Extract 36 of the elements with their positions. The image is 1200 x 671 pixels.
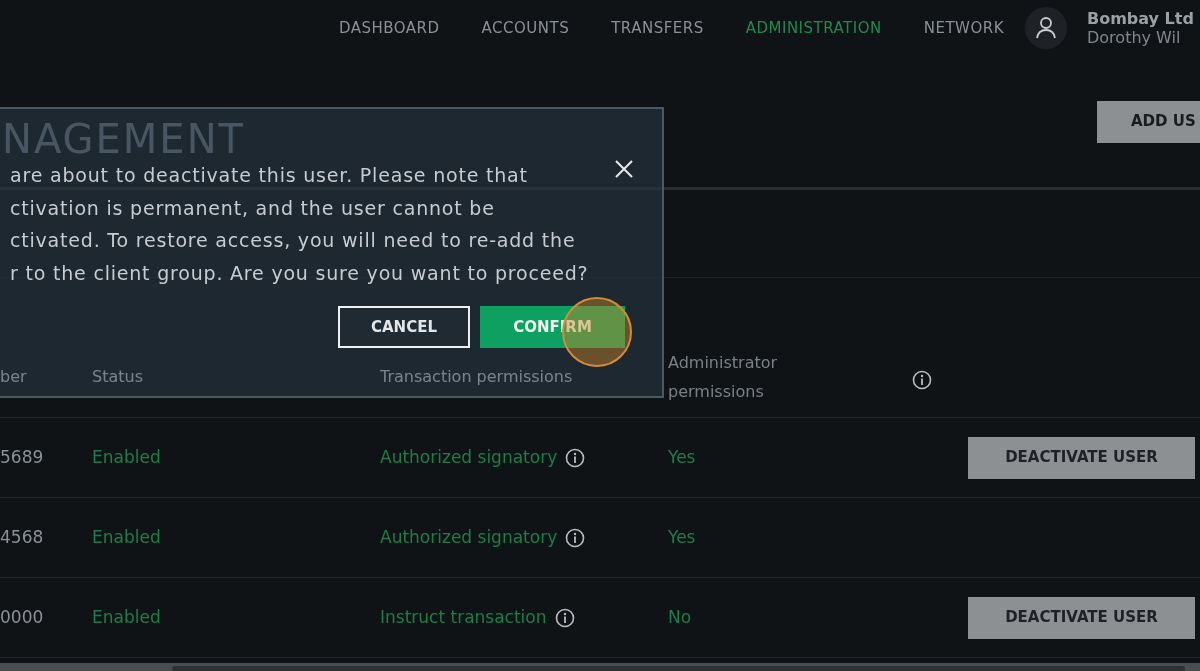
info-icon[interactable] (565, 527, 586, 548)
nav-tab[interactable]: ACCOUNTS (460, 16, 591, 40)
column-header: ber (0, 366, 28, 389)
column-header: Status (92, 366, 144, 389)
company-name: Bombay Ltd (1087, 8, 1195, 28)
permission-text: Authorized signatory (380, 445, 558, 469)
table-cell-text: 0000 (0, 605, 45, 629)
add-user-button[interactable]: ADD US (1097, 100, 1200, 143)
scrollbar[interactable] (0, 663, 1200, 671)
info-icon[interactable] (912, 370, 932, 391)
admin-text: Yes (668, 445, 697, 469)
info-icon[interactable] (554, 607, 575, 628)
nav-tab[interactable]: ADMINISTRATION (724, 16, 903, 40)
status-text: Enabled (92, 605, 162, 629)
permission-text: Instruct transaction (380, 605, 547, 629)
scrollbar-thumb[interactable] (172, 666, 1185, 671)
admin-text: No (668, 605, 693, 629)
close-icon[interactable] (614, 159, 634, 179)
avatar-icon[interactable] (1025, 7, 1067, 49)
column-header: Transaction permissions (380, 366, 574, 389)
table-cell-text: 4568 (0, 525, 45, 549)
user-name: Dorothy Wil (1087, 28, 1182, 48)
status-text: Enabled (92, 445, 162, 469)
permission-text: Authorized signatory (380, 525, 558, 549)
dialog-message: are about to deactivate this user. Please note that ctivation is permanent, and the user cannot be ctivated. To restore access, you will need to re-add the r to the client group. Are you sure you want to proceed? (10, 163, 589, 286)
cancel-button[interactable]: CANCEL (338, 306, 470, 348)
nav-tab[interactable]: DASHBOARD (317, 16, 461, 40)
deactivate-user-button[interactable]: DEACTIVATE USER (968, 596, 1195, 639)
nav-tab[interactable]: NETWORK (902, 16, 1025, 40)
status-text: Enabled (92, 525, 162, 549)
info-icon[interactable] (565, 447, 586, 468)
deactivate-user-button[interactable]: DEACTIVATE USER (968, 436, 1195, 479)
column-header: Administrator permissions (668, 351, 779, 403)
nav-tab[interactable]: TRANSFERS (590, 16, 725, 40)
admin-text: Yes (668, 525, 697, 549)
table-cell-text: 5689 (0, 445, 45, 469)
